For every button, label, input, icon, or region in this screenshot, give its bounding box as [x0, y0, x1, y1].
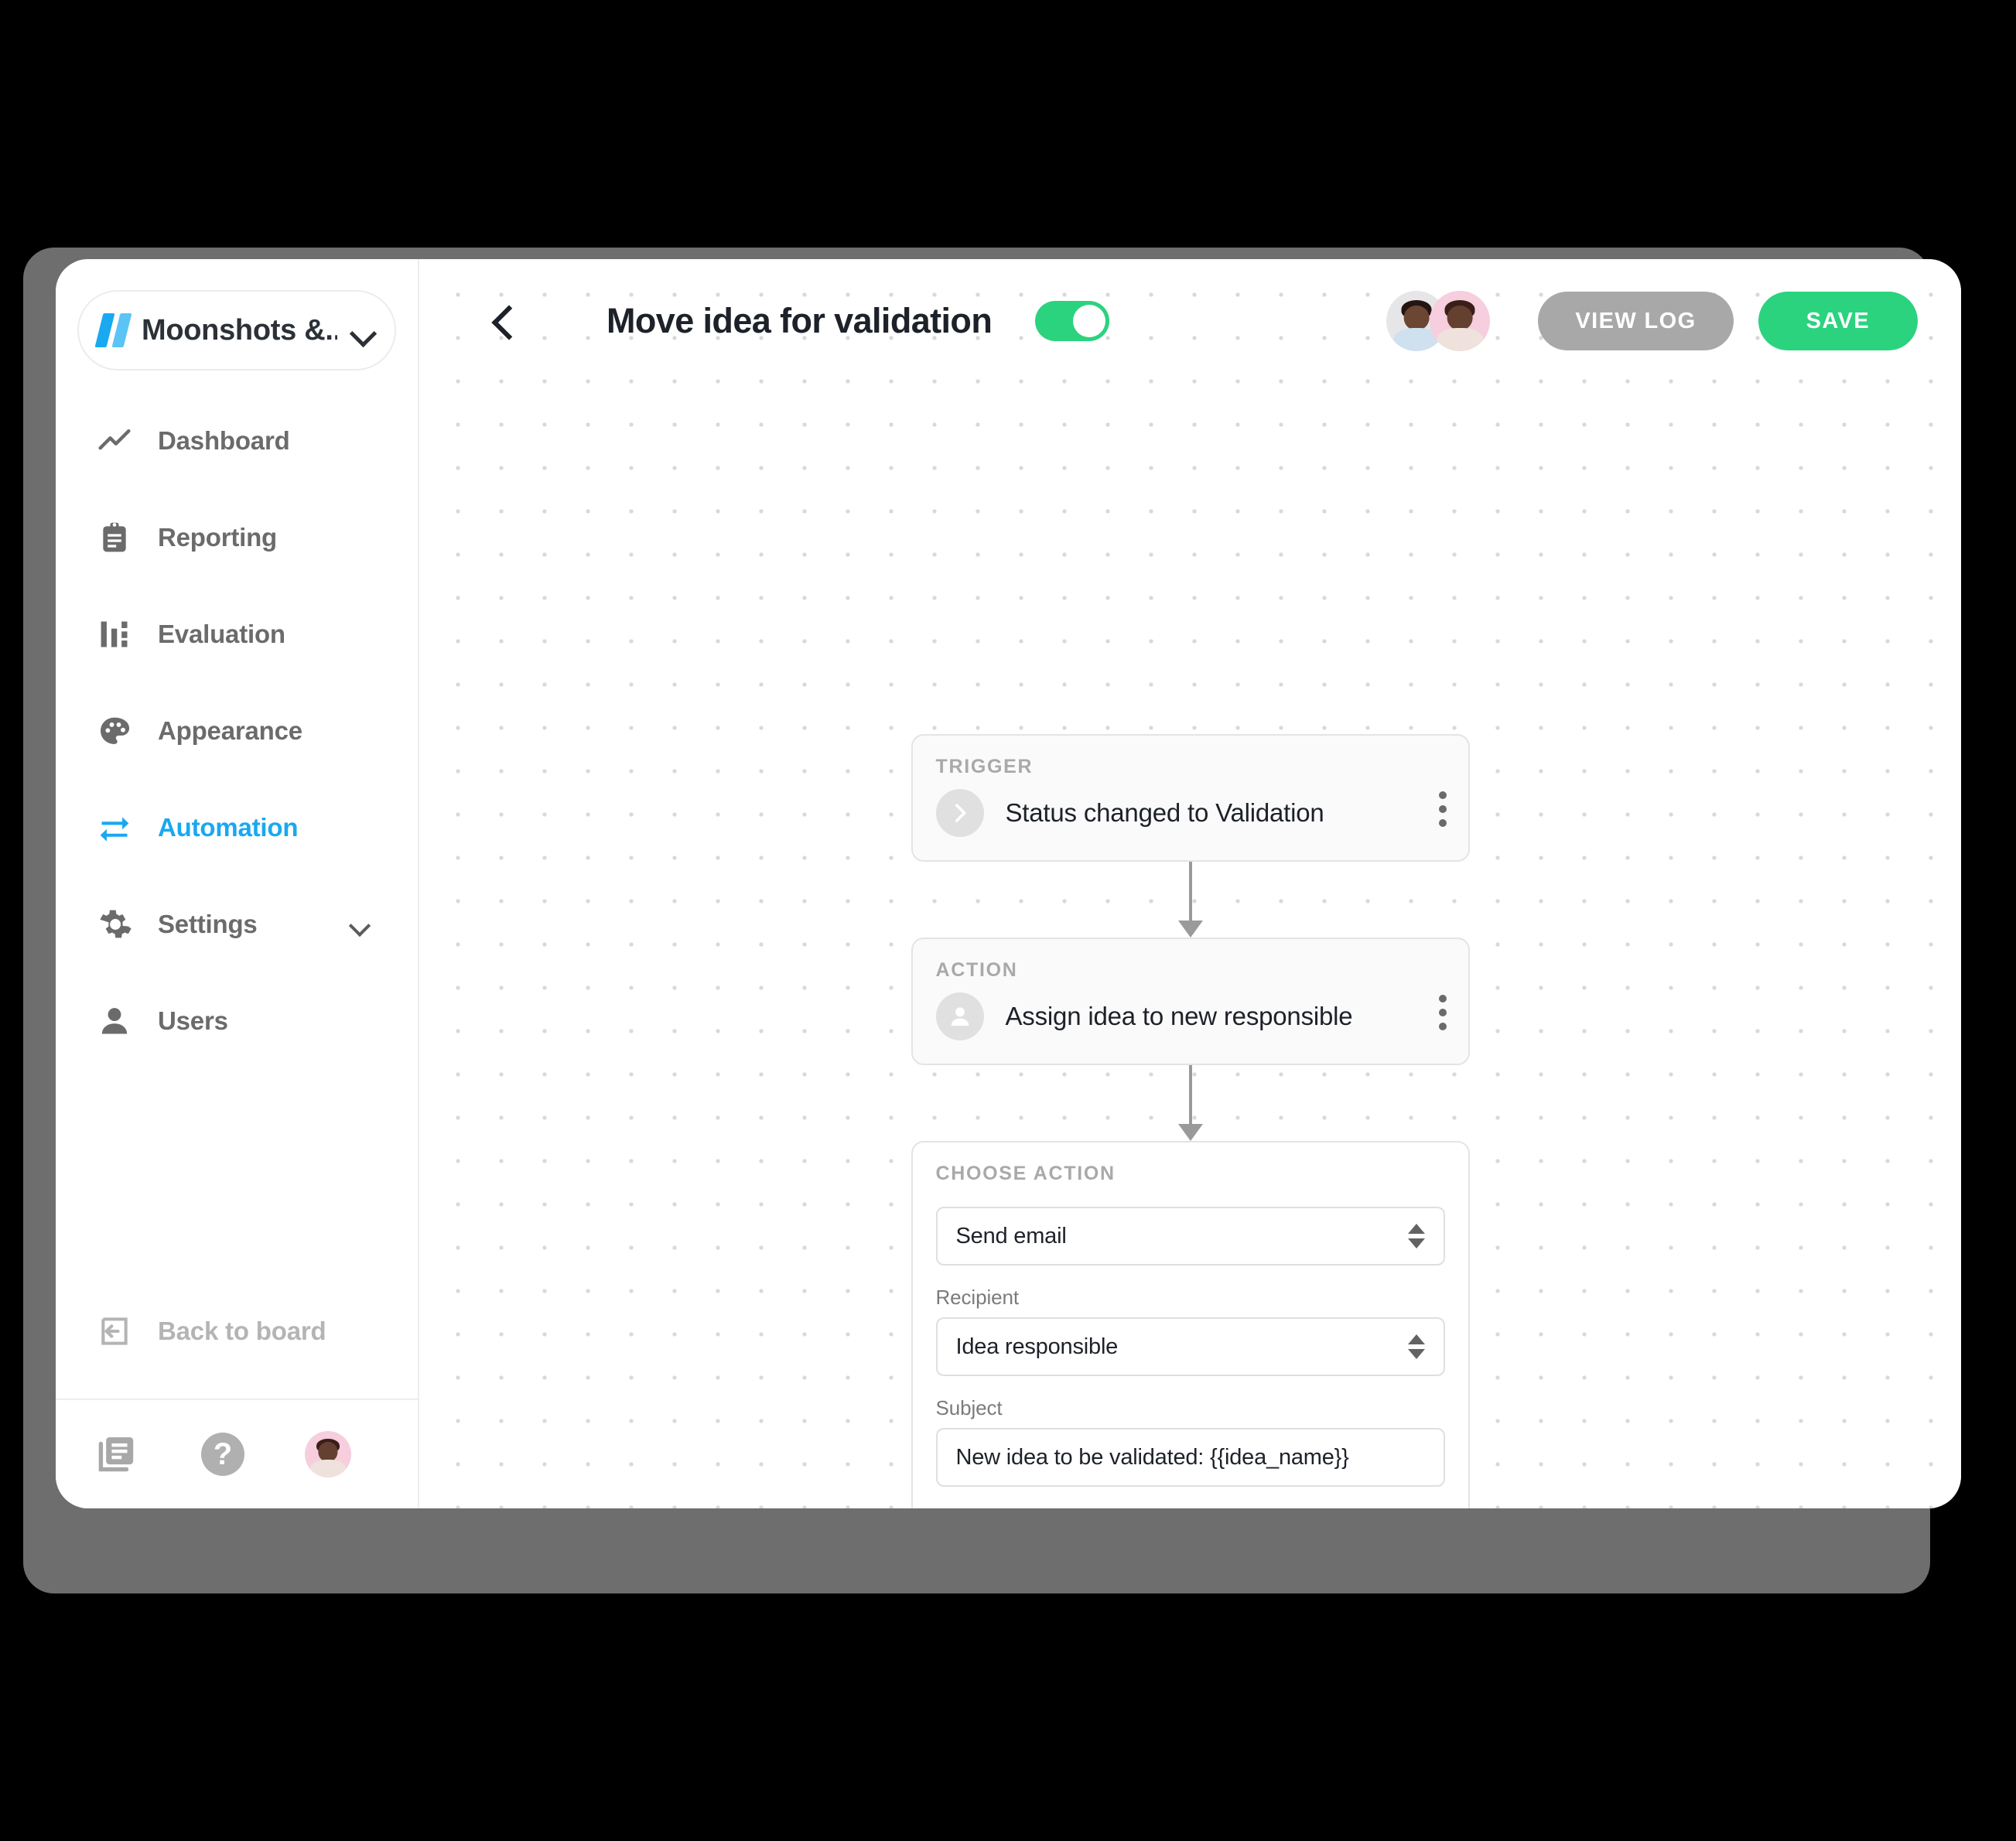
sidebar-item-evaluation[interactable]: Evaluation — [56, 604, 418, 664]
library-books-icon-wrap[interactable] — [94, 1433, 180, 1476]
sidebar-item-label: Dashboard — [158, 426, 290, 455]
trending-up-icon — [98, 429, 131, 450]
trigger-kicker: TRIGGER — [935, 756, 1034, 777]
sidebar-item-users[interactable]: Users — [56, 991, 418, 1051]
chevron-left-icon[interactable] — [487, 304, 521, 338]
view-log-button[interactable]: VIEW LOG — [1538, 292, 1734, 350]
board-name-label: Moonshots &... — [142, 313, 337, 347]
recipient-label: Recipient — [935, 1286, 1020, 1309]
library-books-icon — [98, 1437, 134, 1472]
action-card[interactable]: ACTION Assign idea to new responsible — [911, 938, 1470, 1065]
person-circle-icon — [935, 992, 984, 1040]
chevron-down-icon — [350, 918, 373, 931]
save-button[interactable]: SAVE — [1758, 292, 1918, 350]
sidebar-item-label: Appearance — [158, 716, 302, 745]
recipient-value: Idea responsible — [955, 1334, 1119, 1359]
action-type-value: Send email — [955, 1223, 1067, 1248]
sidebar-item-label: Settings — [158, 910, 258, 938]
automation-topbar: Move idea for validation VIEW LOG SAVE — [419, 259, 1961, 383]
spinner-arrows-icon — [1407, 1219, 1425, 1253]
trigger-text: Status changed to Validation — [1005, 798, 1324, 827]
question-mark-icon: ? — [201, 1433, 244, 1476]
sidebar: Moonshots &... Dashboard Reporting Evalu… — [56, 259, 419, 1508]
sidebar-item-label: Evaluation — [158, 620, 285, 648]
sidebar-item-label: Reporting — [158, 523, 278, 552]
subject-field: Subject New idea to be validated: {{idea… — [935, 1396, 1445, 1487]
palette-icon — [101, 717, 130, 744]
subject-label: Subject — [935, 1396, 1003, 1419]
choose-action-panel: CHOOSE ACTION Send email Recipient Idea … — [911, 1141, 1470, 1508]
page-title: Move idea for validation — [607, 301, 993, 340]
avatar — [305, 1431, 352, 1477]
bar-chart-icon — [101, 621, 128, 647]
profile-avatar-button[interactable] — [265, 1431, 379, 1477]
action-row: Assign idea to new responsible — [935, 992, 1445, 1040]
exit-arrow-icon — [101, 1317, 128, 1345]
back-to-board-label: Back to board — [158, 1317, 326, 1345]
sidebar-item-reporting[interactable]: Reporting — [56, 507, 418, 568]
avatar[interactable] — [1430, 291, 1491, 351]
sidebar-footer: ? — [56, 1399, 418, 1508]
back-to-board-link[interactable]: Back to board — [56, 1304, 418, 1358]
subject-value: New idea to be validated: {{idea_name}} — [955, 1444, 1349, 1470]
help-button[interactable]: ? — [180, 1433, 266, 1476]
automation-flow: TRIGGER Status changed to Validation ACT… — [911, 734, 1470, 1508]
sidebar-nav: Dashboard Reporting Evaluation Appearanc… — [56, 411, 418, 1051]
flow-connector-arrow — [911, 862, 1470, 938]
chevron-right-circle-icon — [935, 789, 984, 837]
sidebar-item-label: Automation — [158, 813, 299, 842]
chevron-down-icon — [351, 324, 374, 337]
message-label: Message — [936, 1507, 1445, 1508]
kebab-menu-icon[interactable] — [1438, 791, 1447, 827]
board-switcher[interactable]: Moonshots &... — [77, 290, 396, 371]
automation-canvas: Move idea for validation VIEW LOG SAVE T — [419, 259, 1961, 1508]
viima-logo-icon — [94, 313, 132, 347]
sidebar-item-label: Users — [158, 1006, 228, 1035]
loop-arrows-icon — [100, 817, 129, 842]
sidebar-item-appearance[interactable]: Appearance — [56, 701, 418, 761]
action-type-select[interactable]: Send email — [935, 1207, 1445, 1265]
message-field: Message There's a new idea waiting for y… — [936, 1507, 1445, 1508]
kebab-menu-icon[interactable] — [1438, 995, 1447, 1030]
sidebar-item-dashboard[interactable]: Dashboard — [56, 411, 418, 471]
recipient-select[interactable]: Idea responsible — [935, 1317, 1445, 1376]
subject-input[interactable]: New idea to be validated: {{idea_name}} — [935, 1428, 1445, 1487]
sidebar-item-automation[interactable]: Automation — [56, 798, 418, 858]
person-icon — [101, 1008, 128, 1034]
trigger-row: Status changed to Validation — [935, 789, 1445, 837]
app-window: Moonshots &... Dashboard Reporting Evalu… — [56, 259, 1961, 1508]
flow-connector-arrow — [911, 1065, 1470, 1141]
gear-icon — [100, 910, 132, 938]
clipboard-icon — [103, 522, 126, 552]
automation-enabled-toggle[interactable] — [1035, 301, 1110, 341]
recipient-field: Recipient Idea responsible — [935, 1286, 1445, 1376]
member-avatars — [1386, 291, 1491, 351]
action-kicker: ACTION — [935, 959, 1018, 981]
sidebar-item-settings[interactable]: Settings — [56, 894, 418, 955]
choose-action-kicker: CHOOSE ACTION — [935, 1163, 1116, 1184]
topbar-actions: VIEW LOG SAVE — [1386, 291, 1918, 351]
action-type-field: Send email — [935, 1207, 1445, 1265]
action-text: Assign idea to new responsible — [1005, 1002, 1353, 1030]
spinner-arrows-icon — [1407, 1330, 1425, 1364]
trigger-card[interactable]: TRIGGER Status changed to Validation — [911, 734, 1470, 862]
